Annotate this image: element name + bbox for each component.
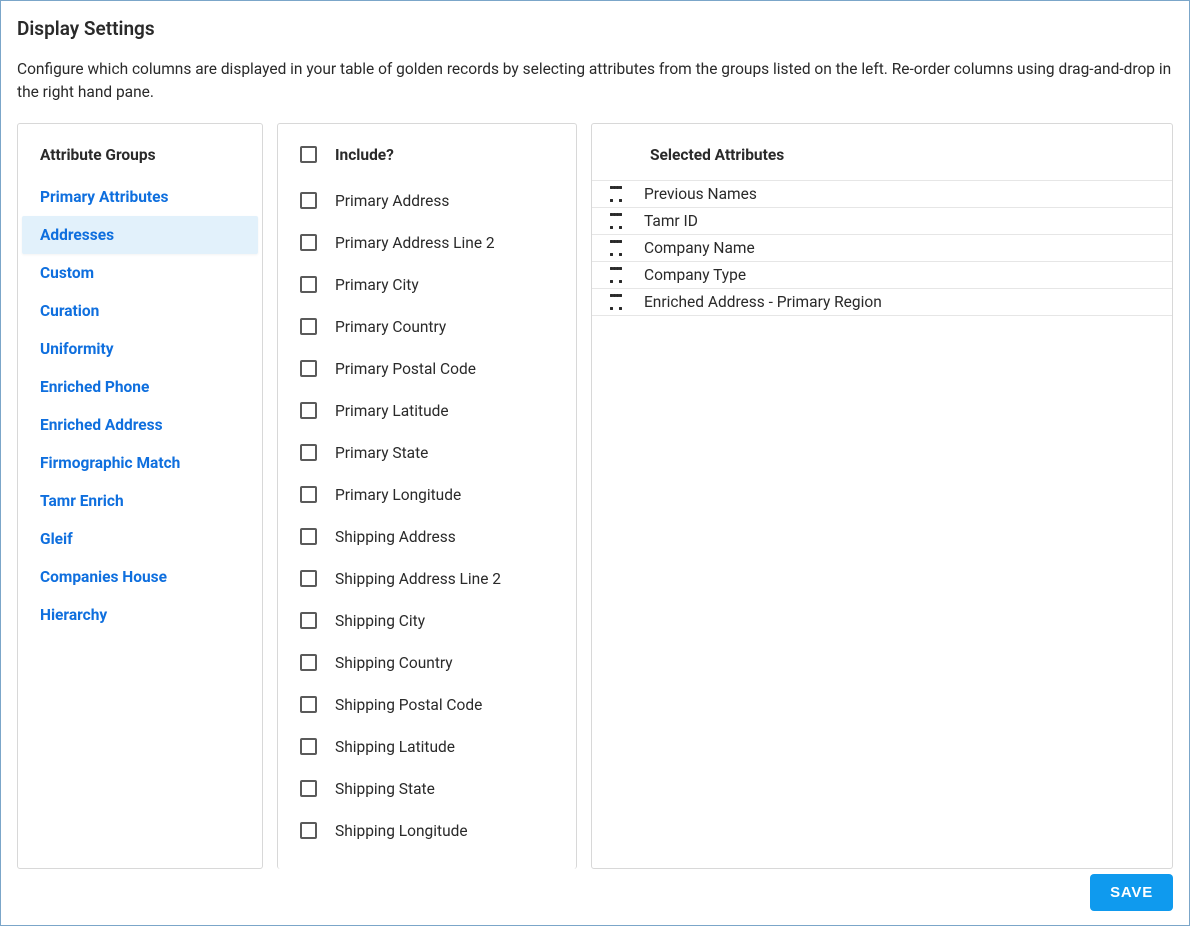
attribute-label: Shipping Address — [335, 528, 456, 546]
attribute-item: Primary Address — [278, 180, 576, 222]
attribute-checkbox[interactable] — [300, 696, 317, 713]
display-settings-page: Display Settings Configure which columns… — [0, 0, 1190, 926]
selected-row[interactable]: Tamr ID — [592, 208, 1172, 235]
selected-row[interactable]: Previous Names — [592, 181, 1172, 208]
selected-row[interactable]: Enriched Address - Primary Region — [592, 289, 1172, 316]
attribute-label: Primary Longitude — [335, 486, 461, 504]
group-item[interactable]: Addresses — [22, 216, 258, 254]
attribute-checkbox[interactable] — [300, 444, 317, 461]
attribute-checkbox[interactable] — [300, 822, 317, 839]
drag-handle-icon[interactable] — [610, 294, 622, 310]
attribute-checkbox[interactable] — [300, 612, 317, 629]
drag-handle-icon[interactable] — [610, 267, 622, 283]
attribute-label: Primary Address Line 2 — [335, 234, 495, 252]
attribute-item: Shipping Latitude — [278, 726, 576, 768]
drag-handle-icon[interactable] — [610, 213, 622, 229]
attribute-checkbox[interactable] — [300, 528, 317, 545]
groups-header: Attribute Groups — [18, 146, 262, 178]
attribute-label: Shipping City — [335, 612, 425, 630]
attribute-item: Shipping Postal Code — [278, 684, 576, 726]
group-item[interactable]: Uniformity — [18, 330, 262, 368]
drag-handle-icon[interactable] — [610, 240, 622, 256]
attribute-checkbox[interactable] — [300, 192, 317, 209]
group-item[interactable]: Tamr Enrich — [18, 482, 262, 520]
selected-row[interactable]: Company Name — [592, 235, 1172, 262]
selected-label: Previous Names — [644, 185, 757, 203]
attribute-label: Shipping State — [335, 780, 435, 798]
attribute-checkbox[interactable] — [300, 570, 317, 587]
selected-list: Previous Names Tamr ID Company Name Company… — [592, 181, 1172, 316]
attribute-list: Primary Address Primary Address Line 2 Pri… — [278, 174, 576, 858]
include-header-row: Include? — [278, 146, 576, 174]
attribute-label: Shipping Latitude — [335, 738, 455, 756]
page-description: Configure which columns are displayed in… — [17, 58, 1173, 105]
attribute-checkbox[interactable] — [300, 360, 317, 377]
save-button[interactable]: SAVE — [1090, 874, 1173, 911]
selected-label: Company Type — [644, 266, 746, 284]
attribute-item: Primary Country — [278, 306, 576, 348]
attribute-item: Primary City — [278, 264, 576, 306]
attribute-checkbox[interactable] — [300, 780, 317, 797]
attribute-item: Primary Longitude — [278, 474, 576, 516]
group-item[interactable]: Custom — [18, 254, 262, 292]
group-item[interactable]: Curation — [18, 292, 262, 330]
group-list: Primary AttributesAddressesCustomCuratio… — [18, 178, 262, 634]
attribute-item: Shipping Address — [278, 516, 576, 558]
selected-row[interactable]: Company Type — [592, 262, 1172, 289]
attribute-label: Shipping Address Line 2 — [335, 570, 501, 588]
selected-panel: Selected Attributes Previous Names Tamr I… — [591, 123, 1173, 869]
attribute-label: Primary Postal Code — [335, 360, 476, 378]
selected-label: Company Name — [644, 239, 755, 257]
group-item[interactable]: Gleif — [18, 520, 262, 558]
group-item[interactable]: Firmographic Match — [18, 444, 262, 482]
panes-container: Attribute Groups Primary AttributesAddre… — [17, 123, 1173, 869]
attribute-label: Shipping Country — [335, 654, 453, 672]
include-panel: Include? Primary Address Primary Address … — [277, 123, 577, 869]
attribute-item: Primary Latitude — [278, 390, 576, 432]
selected-header: Selected Attributes — [592, 124, 1172, 181]
attribute-item: Primary Address Line 2 — [278, 222, 576, 264]
attribute-checkbox[interactable] — [300, 654, 317, 671]
attribute-label: Primary Address — [335, 192, 449, 210]
group-item[interactable]: Companies House — [18, 558, 262, 596]
attribute-label: Primary City — [335, 276, 419, 294]
attribute-item: Shipping Longitude — [278, 810, 576, 852]
group-item[interactable]: Primary Attributes — [18, 178, 262, 216]
attribute-checkbox[interactable] — [300, 486, 317, 503]
page-title: Display Settings — [17, 17, 1173, 40]
selected-label: Enriched Address - Primary Region — [644, 293, 882, 311]
attribute-item: Shipping Address Line 2 — [278, 558, 576, 600]
attribute-label: Primary Country — [335, 318, 446, 336]
attribute-checkbox[interactable] — [300, 234, 317, 251]
attribute-checkbox[interactable] — [300, 738, 317, 755]
group-item[interactable]: Enriched Address — [18, 406, 262, 444]
attribute-item: Shipping State — [278, 768, 576, 810]
selected-label: Tamr ID — [644, 212, 698, 230]
include-header-label: Include? — [335, 146, 394, 164]
attribute-groups-panel: Attribute Groups Primary AttributesAddre… — [17, 123, 263, 869]
include-all-checkbox[interactable] — [300, 146, 317, 163]
attribute-checkbox[interactable] — [300, 276, 317, 293]
attribute-label: Shipping Postal Code — [335, 696, 482, 714]
attribute-item: Primary Postal Code — [278, 348, 576, 390]
group-item[interactable]: Hierarchy — [18, 596, 262, 634]
attribute-checkbox[interactable] — [300, 402, 317, 419]
attribute-item: Shipping Country — [278, 642, 576, 684]
attribute-label: Primary Latitude — [335, 402, 449, 420]
attribute-checkbox[interactable] — [300, 318, 317, 335]
attribute-label: Shipping Longitude — [335, 822, 468, 840]
attribute-item: Primary State — [278, 432, 576, 474]
drag-handle-icon[interactable] — [610, 186, 622, 202]
group-item[interactable]: Enriched Phone — [18, 368, 262, 406]
attribute-label: Primary State — [335, 444, 428, 462]
attribute-item: Shipping City — [278, 600, 576, 642]
